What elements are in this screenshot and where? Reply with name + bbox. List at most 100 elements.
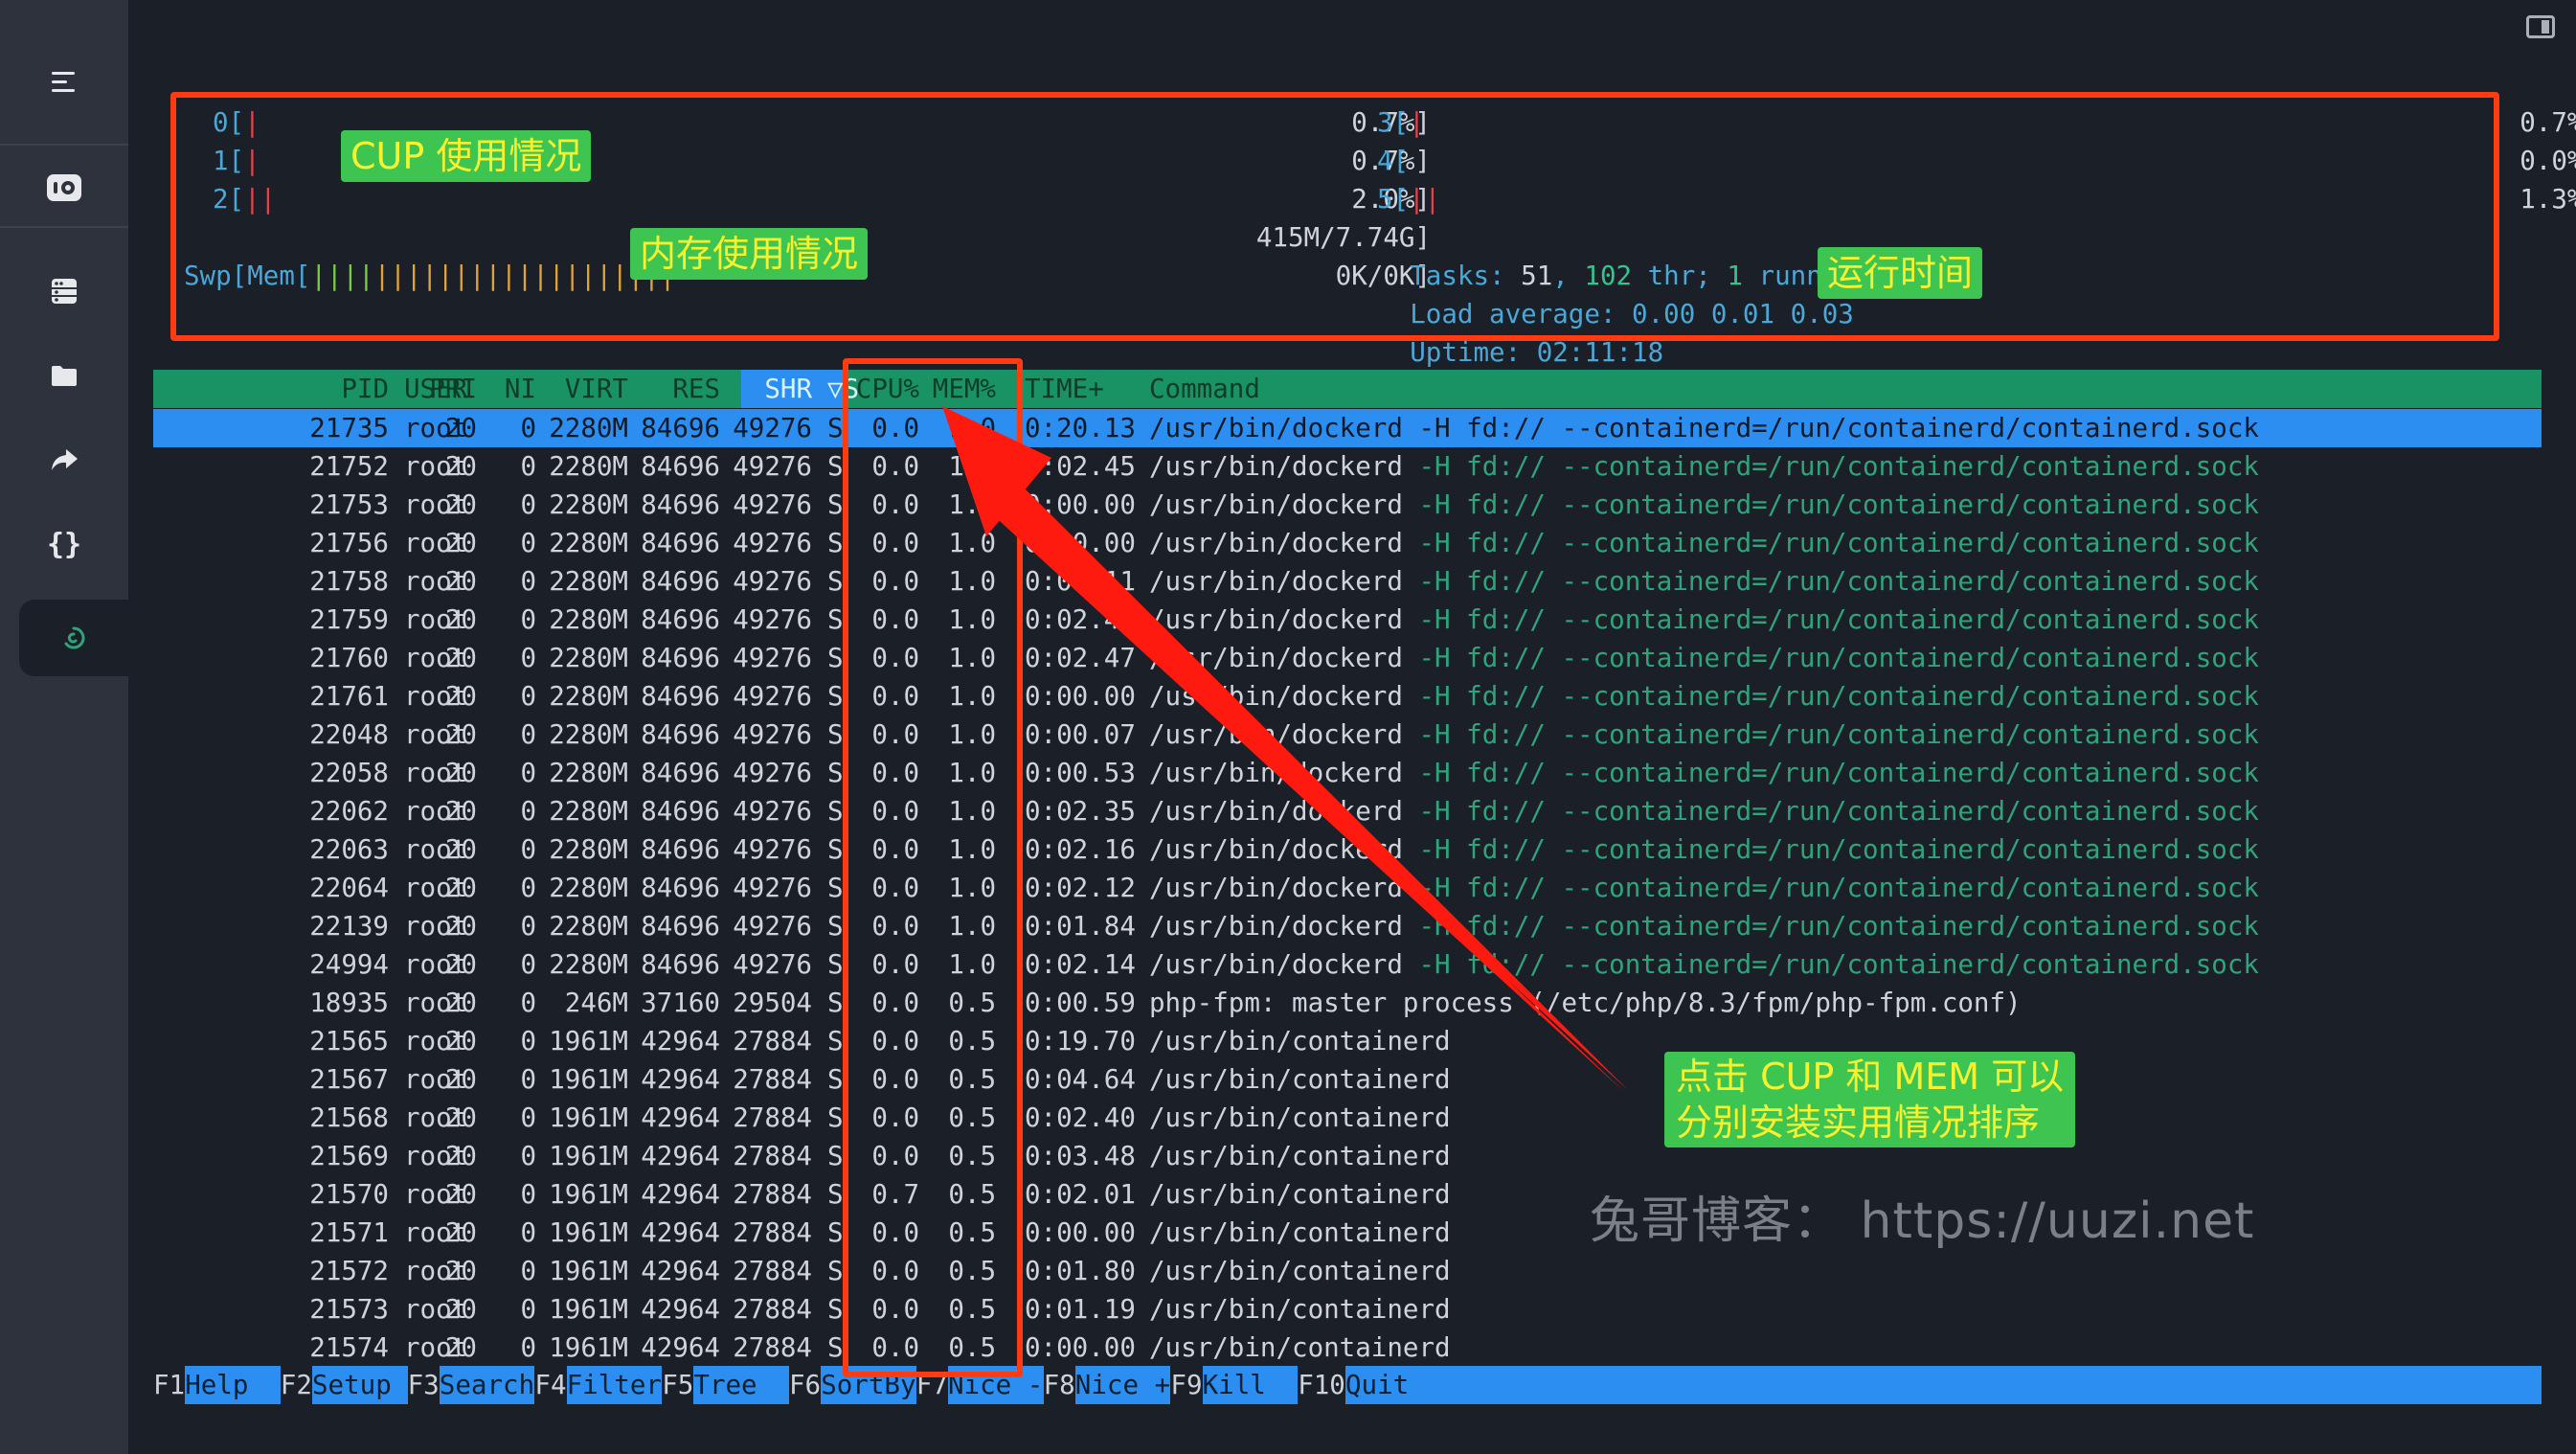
cell-command: /usr/bin/dockerd -H fd:// --containerd=/… (1149, 562, 2259, 601)
sort-hint-line-1: 点击 CUP 和 MEM 可以 (1676, 1056, 2065, 1098)
cpu-usage-label: CUP 使用情况 (341, 130, 592, 182)
cell-command: php-fpm: master process (/etc/php/8.3/fp… (1149, 988, 2022, 1018)
cell-time: 0:02.35 (1025, 796, 1136, 827)
command-args: -H fd:// --containerd=/run/containerd/co… (1402, 873, 2259, 903)
cell-command: /usr/bin/dockerd -H fd:// --containerd=/… (1149, 639, 2259, 677)
folder-icon[interactable] (0, 337, 128, 414)
cell-time: 0:01.19 (1025, 1294, 1136, 1325)
cell-time: 0:01.84 (1025, 911, 1136, 942)
column-header-command[interactable]: Command (1149, 370, 1260, 408)
command-binary: /usr/bin/dockerd (1149, 643, 1403, 673)
cell-time: 0:02.45 (1025, 451, 1136, 482)
fkey-f2[interactable]: F2 (280, 1366, 312, 1404)
cell-command: /usr/bin/dockerd -H fd:// --containerd=/… (1149, 447, 2259, 486)
braces-icon[interactable]: {} (0, 506, 128, 582)
panel-toggle-icon[interactable] (2526, 15, 2555, 38)
cell-time: 0:02.14 (1025, 949, 1136, 980)
meters-highlight-box (170, 92, 2499, 341)
cell-time: 0:00.00 (1025, 528, 1136, 558)
fkey-f5[interactable]: F5 (662, 1366, 694, 1404)
cell-time: 0:02.12 (1025, 873, 1136, 903)
fkey-f4[interactable]: F4 (534, 1366, 567, 1404)
command-args: -H fd:// --containerd=/run/containerd/co… (1402, 719, 2259, 750)
cell-command: /usr/bin/dockerd -H fd:// --containerd=/… (1149, 677, 2259, 716)
cell-command: /usr/bin/dockerd -H fd:// --containerd=/… (1149, 716, 2259, 754)
cell-time: 0:00.11 (1025, 566, 1136, 597)
menu-icon[interactable] (0, 44, 128, 121)
command-binary: /usr/bin/dockerd (1149, 758, 1403, 788)
cell-command: /usr/bin/dockerd -H fd:// --containerd=/… (1149, 754, 2259, 792)
command-binary: /usr/bin/dockerd (1149, 566, 1403, 597)
command-args: -H fd:// --containerd=/run/containerd/co… (1402, 796, 2259, 827)
command-binary: /usr/bin/dockerd (1149, 796, 1403, 827)
fkey-f1[interactable]: F1 (153, 1366, 186, 1404)
command-binary: /usr/bin/dockerd (1149, 834, 1403, 865)
cell-command: /usr/bin/dockerd -H fd:// --containerd=/… (1149, 830, 2259, 869)
cell-time: 0:00.59 (1025, 988, 1136, 1018)
command-binary: /usr/bin/dockerd (1149, 719, 1403, 750)
column-header-time[interactable]: TIME+ (1025, 370, 1104, 408)
disk-icon[interactable] (0, 149, 128, 226)
storage-icon[interactable] (0, 253, 128, 329)
fkey-f3[interactable]: F3 (407, 1366, 440, 1404)
command-args: -H fd:// --containerd=/run/containerd/co… (1402, 834, 2259, 865)
fkey-label-f10[interactable]: Quit (1345, 1366, 1441, 1404)
cell-command: /usr/bin/dockerd -H fd:// --containerd=/… (1149, 601, 2259, 639)
fkey-f8[interactable]: F8 (1043, 1366, 1075, 1404)
sidebar-divider (0, 144, 128, 146)
share-icon[interactable] (0, 421, 128, 498)
mem-usage-label: 内存使用情况 (630, 228, 869, 280)
cell-time: 0:02.01 (1025, 1179, 1136, 1210)
sidebar-divider (0, 226, 128, 228)
cpu-mem-column-highlight-box (843, 358, 1023, 1377)
command-binary: /usr/bin/dockerd (1149, 681, 1403, 712)
sidebar: {} (0, 0, 128, 1454)
cell-time: 0:02.40 (1025, 1102, 1136, 1133)
cell-command: /usr/bin/dockerd -H fd:// --containerd=/… (1149, 524, 2259, 562)
cell-time: 0:00.07 (1025, 719, 1136, 750)
cell-command: /usr/bin/dockerd -H fd:// --containerd=/… (1149, 869, 2259, 907)
cell-time: 0:02.47 (1025, 643, 1136, 673)
debian-icon[interactable] (19, 600, 128, 676)
cell-command: /usr/bin/containerd (1149, 1064, 1451, 1095)
command-binary: /usr/bin/dockerd (1149, 604, 1403, 635)
cell-command: /usr/bin/containerd (1149, 1141, 1451, 1171)
cell-command: /usr/bin/dockerd -H fd:// --containerd=/… (1149, 945, 2259, 984)
fkey-f6[interactable]: F6 (789, 1366, 822, 1404)
cell-time: 0:20.13 (1025, 413, 1136, 443)
watermark: 兔哥博客： https://uuzi.net (1590, 1193, 2255, 1250)
command-args: -H fd:// --containerd=/run/containerd/co… (1402, 643, 2259, 673)
cell-time: 0:00.00 (1025, 1217, 1136, 1248)
fkey-label-f9[interactable]: Kill (1203, 1366, 1299, 1404)
cell-time: 0:01.80 (1025, 1256, 1136, 1286)
fkey-label-f2[interactable]: Setup (312, 1366, 408, 1404)
cell-command: /usr/bin/containerd (1149, 1217, 1451, 1248)
command-args: -H fd:// --containerd=/run/containerd/co… (1402, 528, 2259, 558)
command-binary: /usr/bin/dockerd (1149, 528, 1403, 558)
command-binary: /usr/bin/dockerd (1149, 911, 1403, 942)
command-args: -H fd:// --containerd=/run/containerd/co… (1402, 681, 2259, 712)
fkey-label-f1[interactable]: Help (185, 1366, 281, 1404)
cell-time: 0:00.00 (1025, 681, 1136, 712)
command-args: -H fd:// --containerd=/run/containerd/co… (1402, 758, 2259, 788)
cell-time: 0:02.49 (1025, 604, 1136, 635)
fkey-label-f3[interactable]: Search (440, 1366, 535, 1404)
fkey-f9[interactable]: F9 (1170, 1366, 1203, 1404)
command-args: -H fd:// --containerd=/run/containerd/co… (1402, 604, 2259, 635)
uptime-annotation-label: 运行时间 (1818, 247, 1983, 299)
cell-command: /usr/bin/containerd (1149, 1332, 1451, 1363)
command-args: -H fd:// --containerd=/run/containerd/co… (1402, 566, 2259, 597)
cell-command: /usr/bin/containerd (1149, 1102, 1451, 1133)
cell-command: /usr/bin/dockerd -H fd:// --containerd=/… (1149, 792, 2259, 830)
command-binary: /usr/bin/dockerd (1149, 873, 1403, 903)
cell-time: 0:19.70 (1025, 1026, 1136, 1056)
fkey-label-f8[interactable]: Nice + (1075, 1366, 1171, 1404)
command-binary: /usr/bin/dockerd (1149, 451, 1403, 482)
fkey-f10[interactable]: F10 (1298, 1366, 1345, 1404)
command-args: -H fd:// --containerd=/run/containerd/co… (1402, 949, 2259, 980)
command-args: -H fd:// --containerd=/run/containerd/co… (1402, 451, 2259, 482)
fkey-label-f5[interactable]: Tree (693, 1366, 789, 1404)
command-binary: /usr/bin/dockerd (1149, 949, 1403, 980)
cell-command: /usr/bin/containerd (1149, 1256, 1451, 1286)
fkey-label-f4[interactable]: Filter (567, 1366, 663, 1404)
